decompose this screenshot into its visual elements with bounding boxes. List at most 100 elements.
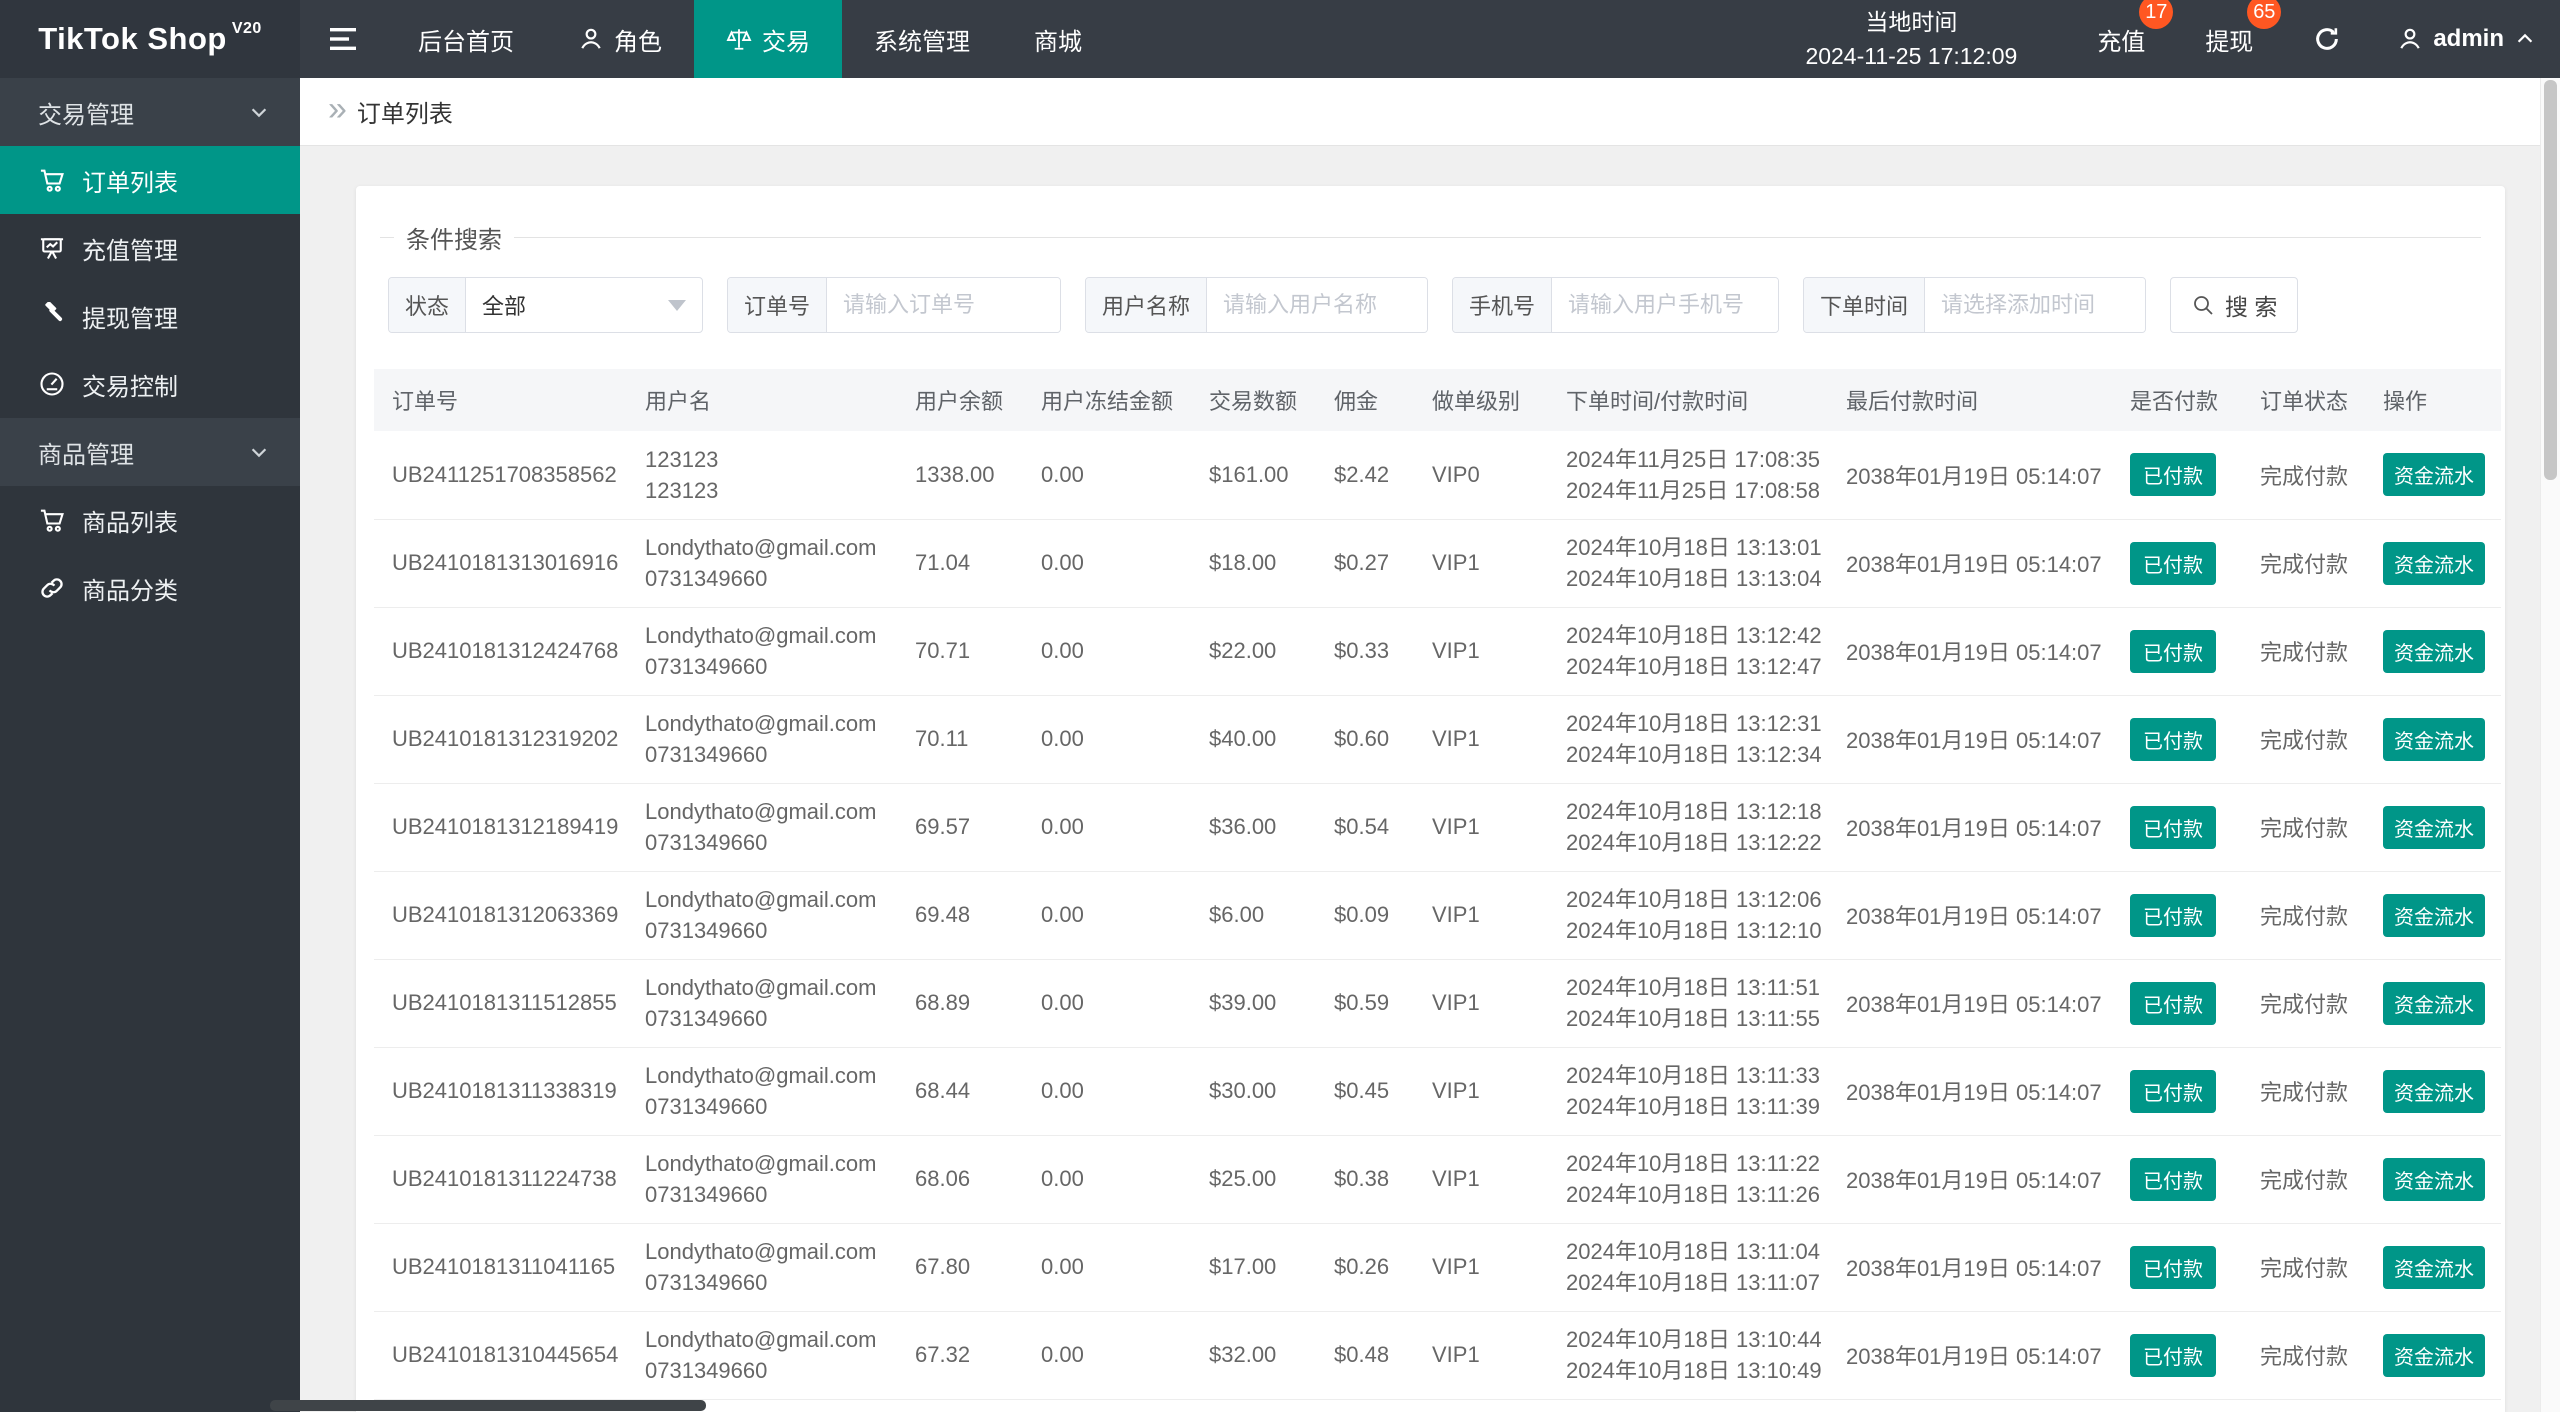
local-time: 当地时间 2024-11-25 17:12:09 — [1805, 5, 2017, 74]
cell-last-pay-time — [1838, 1399, 2122, 1412]
refresh-button[interactable] — [2313, 25, 2341, 53]
cell-commission: $0.60 — [1326, 695, 1424, 784]
search-panel: 条件搜索 状态 全部 订单号 请输入订单号 用户名称 请输入用户名称 手机号 请… — [380, 220, 2481, 369]
recharge-button[interactable]: 充值 17 — [2097, 0, 2174, 57]
fund-flow-button[interactable]: 资金流水 — [2383, 1245, 2485, 1289]
cell-balance: 68.89 — [907, 959, 1033, 1048]
cell-status: 完成付款 — [2252, 1311, 2375, 1400]
board-icon — [40, 238, 64, 260]
nav-item-system[interactable]: 系统管理 — [842, 0, 1002, 78]
paid-badge: 已付款 — [2130, 1069, 2216, 1113]
sidebar-toggle-button[interactable] — [300, 0, 386, 78]
nav-item-mall[interactable]: 商城 — [1002, 0, 1114, 78]
cell-paid: 已付款 — [2122, 1311, 2252, 1400]
cell-balance — [907, 1399, 1033, 1412]
order-no-input[interactable] — [827, 278, 1060, 332]
app-window: TikTok Shop V20 后台首页 角色 交易 系统管理 商城 当地时间 … — [0, 0, 2560, 1412]
search-button-label: 搜 索 — [2225, 294, 2278, 320]
phone-input[interactable] — [1552, 278, 1778, 332]
nav-item-roles[interactable]: 角色 — [546, 0, 694, 78]
cart-icon — [40, 169, 64, 192]
cell-amount: $39.00 — [1201, 959, 1326, 1048]
table-row: UB2410181312189419 Londythato@gmail.com 07… — [374, 783, 2501, 872]
cell-paid: 已付款 — [2122, 783, 2252, 872]
sidebar-group-trade[interactable]: 交易管理 — [0, 78, 300, 146]
cell-level: VIP1 — [1424, 695, 1558, 784]
user-menu[interactable]: admin — [2397, 25, 2536, 53]
fund-flow-button[interactable]: 资金流水 — [2383, 629, 2485, 673]
sidebar-item-recharge-mgmt[interactable]: 充值管理 — [0, 214, 300, 282]
cell-last-pay-time: 2038年01月19日 05:14:07 — [1838, 1047, 2122, 1136]
fund-flow-button[interactable]: 资金流水 — [2383, 1157, 2485, 1201]
nav-item-dashboard[interactable]: 后台首页 — [386, 0, 546, 78]
sidebar-group-goods[interactable]: 商品管理 — [0, 418, 300, 486]
chevron-up-icon — [2517, 33, 2533, 43]
cell-amount: $25.00 — [1201, 1135, 1326, 1224]
cell-amount: $161.00 — [1201, 431, 1326, 520]
cell-commission: $0.54 — [1326, 783, 1424, 872]
fund-flow-button[interactable]: 资金流水 — [2383, 1333, 2485, 1377]
cell-frozen — [1033, 1399, 1201, 1412]
cell-status: 完成付款 — [2252, 695, 2375, 784]
order-time-input[interactable] — [1925, 278, 2145, 332]
fund-flow-button[interactable]: 资金流水 — [2383, 805, 2485, 849]
cell-order-no: UB2411251708358562 — [374, 431, 637, 520]
cell-action: 资金流水 — [2375, 1223, 2501, 1312]
cell-status: 完成付款 — [2252, 783, 2375, 872]
fund-flow-button[interactable]: 资金流水 — [2383, 893, 2485, 937]
cell-frozen: 0.00 — [1033, 431, 1201, 520]
cell-paid: 已付款 — [2122, 871, 2252, 960]
sidebar-item-goods-category[interactable]: 商品分类 — [0, 554, 300, 622]
cell-level — [1424, 1399, 1558, 1412]
username-input[interactable] — [1207, 278, 1427, 332]
search-button[interactable]: 搜 索 — [2170, 277, 2299, 333]
sidebar-item-trade-control[interactable]: 交易控制 — [0, 350, 300, 418]
vertical-scrollbar-thumb[interactable] — [2544, 80, 2557, 480]
local-time-value: 2024-11-25 17:12:09 — [1805, 43, 2018, 69]
cell-username: Londythato@gmail.com 0731349660 — [637, 1047, 907, 1136]
sidebar-item-order-list[interactable]: 订单列表 — [0, 146, 300, 214]
cell-paid: 已付款 — [2122, 959, 2252, 1048]
sidebar-item-withdraw-mgmt[interactable]: 提现管理 — [0, 282, 300, 350]
gavel-icon — [45, 302, 63, 322]
cell-order-time: 2024年10月18日 13:12:42 2024年10月18日 13:12:47 — [1558, 607, 1838, 696]
cell-amount: $40.00 — [1201, 695, 1326, 784]
cell-username: Londythato@gmail.com 0731349660 — [637, 607, 907, 696]
fund-flow-button[interactable]: 资金流水 — [2383, 717, 2485, 761]
cell-commission: $0.33 — [1326, 607, 1424, 696]
cart-icon — [40, 509, 64, 532]
table-row: UB2410181313016916 Londythato@gmail.com 07… — [374, 519, 2501, 608]
col-username: 用户名 — [637, 369, 907, 431]
status-select[interactable]: 全部 — [466, 278, 702, 332]
cell-status: 完成付款 — [2252, 959, 2375, 1048]
paid-badge: 已付款 — [2130, 981, 2216, 1025]
fund-flow-button[interactable]: 资金流水 — [2383, 453, 2485, 497]
order-time-filter-label: 下单时间 — [1804, 278, 1926, 332]
cell-order-no: UB2410181312319202 — [374, 695, 637, 784]
cell-commission: $0.59 — [1326, 959, 1424, 1048]
horizontal-scrollbar-thumb[interactable] — [270, 1400, 706, 1411]
table-row: UB2410181312424768 Londythato@gmail.com 07… — [374, 607, 2501, 696]
cell-username: Londythato@gmail.com 0731349660 — [637, 871, 907, 960]
fund-flow-button[interactable]: 资金流水 — [2383, 981, 2485, 1025]
table-row: UB2410181311041165 Londythato@gmail.com 07… — [374, 1223, 2501, 1312]
sidebar-item-goods-list[interactable]: 商品列表 — [0, 486, 300, 554]
link-icon — [41, 578, 63, 598]
withdraw-button[interactable]: 提现 65 — [2205, 0, 2282, 57]
search-row: 状态 全部 订单号 用户名称 — [388, 277, 2473, 333]
username-label: admin — [2433, 25, 2504, 52]
cell-order-no: UB2410181312424768 — [374, 607, 637, 696]
nav-item-trade[interactable]: 交易 — [694, 0, 842, 78]
topbar-right: 当地时间 2024-11-25 17:12:09 充值 17 提现 65 adm… — [1805, 0, 2560, 78]
fund-flow-button[interactable]: 资金流水 — [2383, 1069, 2485, 1113]
cell-status: 完成付款 — [2252, 1047, 2375, 1136]
nav-item-label: 商城 — [1034, 28, 1082, 56]
cell-action: 资金流水 — [2375, 783, 2501, 872]
cell-username: Londythato@gmail.com 0731349660 — [637, 1311, 907, 1400]
cell-username: 123123 123123 — [637, 431, 907, 520]
cell-last-pay-time: 2038年01月19日 05:14:07 — [1838, 1135, 2122, 1224]
order-table: 订单号 用户名 用户余额 用户冻结金额 交易数额 佣金 做单级别 下单时间/付款… — [374, 369, 2501, 1412]
fund-flow-button[interactable]: 资金流水 — [2383, 541, 2485, 585]
order-list-card: 条件搜索 状态 全部 订单号 请输入订单号 用户名称 请输入用户名称 手机号 请… — [356, 186, 2505, 1412]
cell-order-time: 2024年10月18日 13:12:18 2024年10月18日 13:12:22 — [1558, 783, 1838, 872]
